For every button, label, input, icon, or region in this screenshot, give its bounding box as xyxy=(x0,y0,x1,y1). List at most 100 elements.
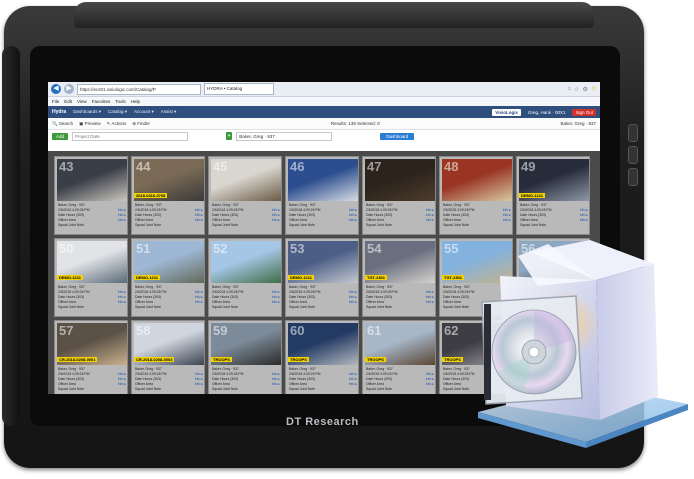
project-date-input[interactable]: Project Date xyxy=(72,131,189,141)
case-tag-badge: TROOPS xyxy=(442,357,463,362)
add-button[interactable]: Add xyxy=(52,132,69,140)
dashboard-button[interactable]: Dashboard xyxy=(380,132,415,140)
video-card[interactable]: 52 Baker, Greg · 937 2/6/2018 4:09:28 PM In… xyxy=(208,238,282,317)
info-link[interactable]: Info ▸ xyxy=(118,382,126,387)
metadata-text: Date Hours (303) xyxy=(58,213,85,217)
info-link[interactable]: Info ▸ xyxy=(195,300,203,305)
menu-edit[interactable]: Edit xyxy=(64,97,72,106)
video-card[interactable]: 47 Baker, Greg · 937 2/6/2018 4:09:28 PM In… xyxy=(362,156,436,235)
address-bar[interactable]: https://ecs01.visiologic.com/Catalog/P xyxy=(77,83,201,95)
card-metadata: Baker, Greg · 9372/6/2018 4:09:28 PM Info… xyxy=(58,367,126,392)
browser-tab[interactable]: HYDRA • Catalog xyxy=(204,83,274,95)
metadata-text: Baker, Greg · 937 xyxy=(366,285,393,289)
back-arrow-icon[interactable]: ◀ xyxy=(51,84,61,94)
menu-favorites[interactable]: Favorites xyxy=(92,97,111,106)
video-card[interactable]: 45 Baker, Greg · 937 2/6/2018 4:09:28 PM In… xyxy=(208,156,282,235)
video-card[interactable]: 43 Baker, Greg · 937 2/6/2018 4:09:28 PM In… xyxy=(54,156,128,235)
video-card[interactable]: 58 CR-2018-0208-0003 Baker, Greg · 937 2/6/… xyxy=(131,320,205,394)
metadata-text: Officer Area xyxy=(366,300,384,304)
side-button[interactable] xyxy=(628,124,638,142)
video-card[interactable]: 53 DEMO-1211 Baker, Greg · 937 2/6/2018 4:0… xyxy=(285,238,359,317)
info-link[interactable]: Info ▸ xyxy=(349,218,357,223)
metadata-text: Baker, Greg · 937 xyxy=(366,203,393,207)
info-link[interactable]: Info ▸ xyxy=(349,300,357,305)
menu-help[interactable]: Help xyxy=(131,97,140,106)
nav-account[interactable]: Account ▾ xyxy=(134,109,154,115)
menu-tools[interactable]: Tools xyxy=(115,97,126,106)
info-link[interactable]: Info ▸ xyxy=(272,382,280,387)
nav-catalog[interactable]: Catalog ▾ xyxy=(108,109,127,115)
info-link[interactable]: Info ▸ xyxy=(195,218,203,223)
metadata-text: Date Hours (303) xyxy=(366,295,393,299)
metadata-line: Squad Joint Note xyxy=(289,387,357,392)
video-card[interactable]: 48 Baker, Greg · 937 2/6/2018 4:09:28 PM In… xyxy=(439,156,513,235)
video-card[interactable]: 44 2018-0316-0708 Baker, Greg · 937 2/6/201… xyxy=(131,156,205,235)
card-number: 62 xyxy=(444,323,459,338)
video-card[interactable]: 60 TROOPS Baker, Greg · 937 2/6/2018 4:09:2… xyxy=(285,320,359,394)
side-button[interactable] xyxy=(628,146,638,164)
info-link[interactable]: Info ▸ xyxy=(426,382,434,387)
nav-assist[interactable]: Assist ▾ xyxy=(161,109,177,115)
person-select[interactable]: Baker, Greg · 937 xyxy=(236,131,333,141)
actions-button[interactable]: ✎ Actions xyxy=(107,121,127,127)
card-number: 61 xyxy=(367,323,382,338)
menu-file[interactable]: File xyxy=(52,97,59,106)
metadata-line: Squad Joint Note xyxy=(366,223,434,228)
search-button[interactable]: 🔍 Search xyxy=(52,121,73,127)
forward-arrow-icon[interactable]: ▶ xyxy=(64,84,74,94)
browser-tab-bar: ◀ ▶ https://ecs01.visiologic.com/Catalog… xyxy=(48,82,600,97)
metadata-text: Officer Area xyxy=(58,300,76,304)
sign-out-button[interactable]: Sign Out xyxy=(572,108,596,116)
metadata-text: Squad Joint Note xyxy=(135,305,162,309)
metadata-text: Date Hours (303) xyxy=(366,213,393,217)
video-card[interactable]: 50 DEMO-1211 Baker, Greg · 937 2/6/2018 4:0… xyxy=(54,238,128,317)
video-card[interactable]: 49 DEMO-1211 Baker, Greg · 937 2/6/2018 4:0… xyxy=(516,156,590,235)
metadata-text: Squad Joint Note xyxy=(289,387,316,391)
metadata-text: Baker, Greg · 937 xyxy=(289,367,316,371)
info-link[interactable]: Info ▸ xyxy=(580,218,588,223)
app-name[interactable]: Hydra xyxy=(52,109,66,115)
search-label: Search xyxy=(58,120,74,126)
box-side xyxy=(596,264,658,420)
metadata-text: 2/6/2018 4:09:28 PM xyxy=(212,208,244,212)
video-card[interactable]: 61 TROOPS Baker, Greg · 937 2/6/2018 4:09:2… xyxy=(362,320,436,394)
smiley-icon[interactable]: ☺ xyxy=(591,86,597,93)
case-tag-badge: CR-2018-0208-0001 xyxy=(57,357,98,362)
info-link[interactable]: Info ▸ xyxy=(349,382,357,387)
card-number: 53 xyxy=(290,241,305,256)
info-link[interactable]: Info ▸ xyxy=(426,218,434,223)
card-metadata: Baker, Greg · 9372/6/2018 4:09:28 PM Info… xyxy=(289,367,357,392)
info-link[interactable]: Info ▸ xyxy=(426,300,434,305)
card-metadata: Baker, Greg · 9372/6/2018 4:09:28 PM Info… xyxy=(212,285,280,310)
info-link[interactable]: Info ▸ xyxy=(272,300,280,305)
video-card[interactable]: 46 Baker, Greg · 937 2/6/2018 4:09:28 PM In… xyxy=(285,156,359,235)
video-card[interactable]: 51 DEMO-1211 Baker, Greg · 937 2/6/2018 4:0… xyxy=(131,238,205,317)
info-link[interactable]: Info ▸ xyxy=(503,218,511,223)
menu-view[interactable]: View xyxy=(77,97,87,106)
preview-button[interactable]: ▣ Preview xyxy=(79,121,101,127)
metadata-text: Baker, Greg · 937 xyxy=(212,203,239,207)
info-link[interactable]: Info ▸ xyxy=(118,300,126,305)
metadata-text: Officer Area xyxy=(520,218,538,222)
metadata-text: Officer Area xyxy=(212,218,230,222)
info-link[interactable]: Info ▸ xyxy=(118,218,126,223)
person-filter-icon[interactable]: ▾ xyxy=(226,132,233,140)
video-card[interactable]: 54 TGT-2301 Baker, Greg · 937 2/6/2018 4:09… xyxy=(362,238,436,317)
star-icon[interactable]: ☆ xyxy=(574,86,579,93)
browser-actions: ⌂ ☆ ⚙ ☺ xyxy=(567,86,597,93)
gear-icon[interactable]: ⚙ xyxy=(582,86,587,93)
side-button[interactable] xyxy=(628,168,638,186)
metadata-line: Squad Joint Note xyxy=(212,387,280,392)
current-person[interactable]: Baker, Greg · 937 xyxy=(560,121,596,126)
video-card[interactable]: 57 CR-2018-0208-0001 Baker, Greg · 937 2/6/… xyxy=(54,320,128,394)
info-link[interactable]: Info ▸ xyxy=(195,382,203,387)
home-icon[interactable]: ⌂ xyxy=(567,86,571,93)
finder-button[interactable]: ⊕ Finder xyxy=(132,121,150,127)
info-link[interactable]: Info ▸ xyxy=(272,218,280,223)
metadata-text: Baker, Greg · 937 xyxy=(443,285,470,289)
user-name[interactable]: Greg, Hank · 00X1 xyxy=(528,110,566,115)
card-number: 58 xyxy=(136,323,151,338)
nav-dashboards[interactable]: Dashboards ▾ xyxy=(73,109,101,115)
metadata-text: Squad Joint Note xyxy=(58,223,85,227)
video-card[interactable]: 59 TROOPS Baker, Greg · 937 2/6/2018 4:09:2… xyxy=(208,320,282,394)
